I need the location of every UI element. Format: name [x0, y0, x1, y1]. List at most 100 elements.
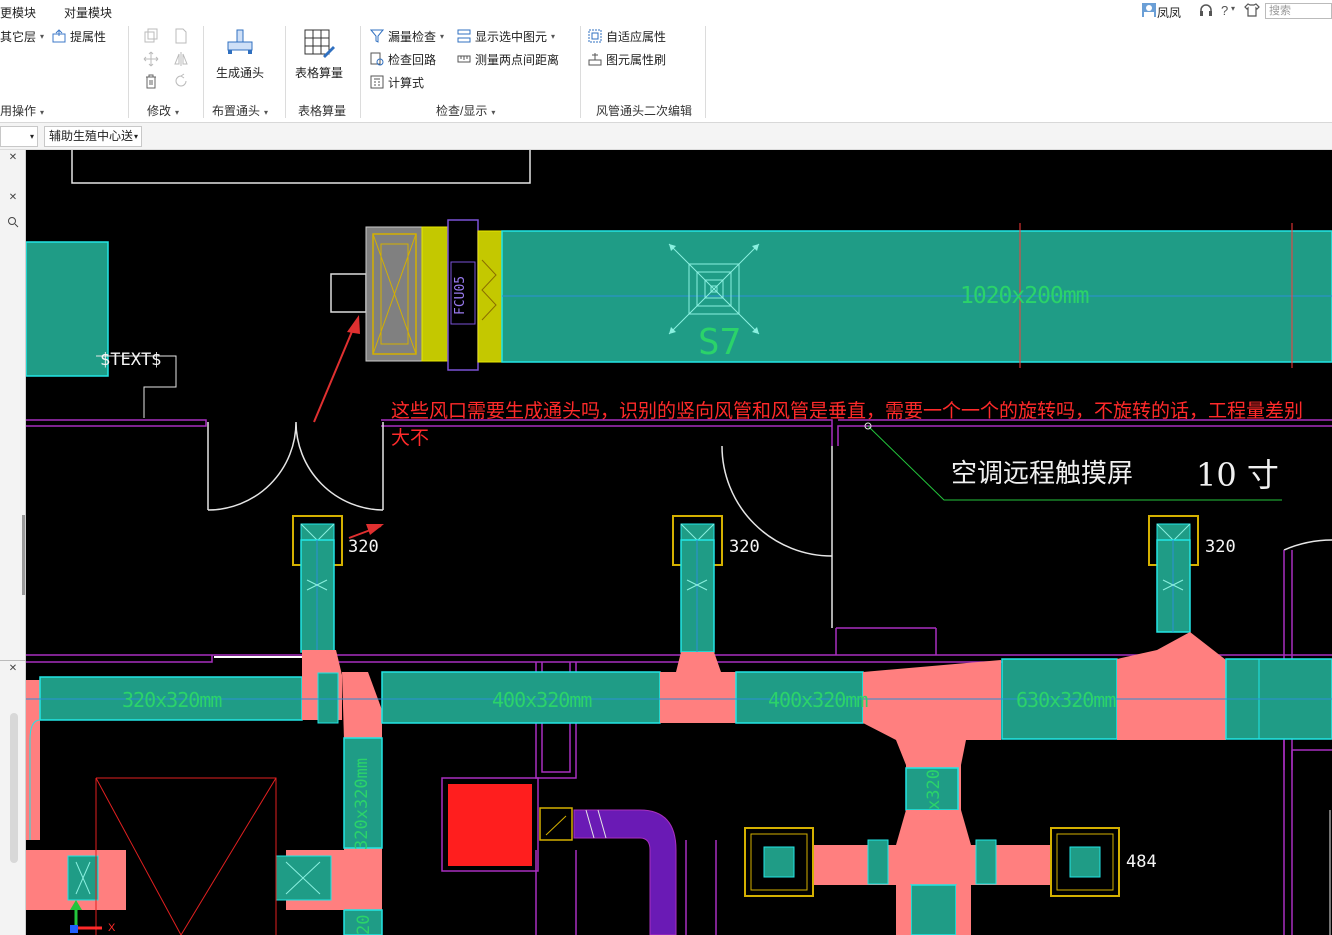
panel-divider [0, 660, 26, 661]
annotation-text: 这些风口需要生成通头吗，识别的竖向风管和风管是垂直，需要一个一个的旋转吗，不旋转… [391, 401, 1304, 449]
duct-size-label: 320x320mm [122, 688, 222, 712]
group-divider [360, 26, 361, 118]
check-loop-label: 检查回路 [388, 52, 437, 67]
table-quantity-button[interactable]: 表格算量 [287, 28, 351, 81]
attribute-brush-label: 图元属性刷 [606, 52, 667, 67]
table-group-title: 表格算量 [298, 104, 347, 118]
group-divider [128, 26, 129, 118]
group-divider [705, 26, 706, 118]
selector-bar: ▾ 辅助生殖中心送 ▾ [0, 123, 1332, 150]
duct-size-label: 20 [354, 914, 374, 935]
adaptive-icon [588, 29, 602, 43]
extract-attribute-label: 提属性 [70, 29, 107, 44]
modify-group-title[interactable]: 修改 ▾ [147, 102, 179, 119]
chevron-down-icon: ▾ [40, 31, 45, 41]
system-select-value: 辅助生殖中心送 [49, 129, 134, 143]
common-ops-group-title[interactable]: 用操作 ▾ [0, 102, 44, 119]
help-dropdown-icon[interactable]: ▾ [1231, 4, 1235, 13]
duct-fitting-icon [227, 29, 253, 54]
panel-scrollbar[interactable] [22, 515, 25, 595]
text-placeholder-label: $TEXT$ [100, 350, 162, 370]
formula-label: 计算式 [388, 75, 425, 90]
chevron-down-icon: ▾ [491, 108, 496, 117]
measure-distance-button[interactable]: 测量两点间距离 [457, 50, 559, 68]
move-icon[interactable] [143, 51, 159, 67]
vent-size-label: 320 [348, 537, 379, 557]
duct-size-label: x320 [924, 769, 944, 810]
close-icon[interactable]: ✕ [4, 152, 22, 166]
layout-title-label: 布置通头 [212, 104, 261, 118]
chevron-down-icon: ▾ [29, 132, 34, 141]
touchscreen-label: 空调远程触摸屏 [951, 459, 1134, 489]
missing-check-button[interactable]: 漏量检查 ▾ [369, 27, 445, 45]
extract-attribute-icon [52, 29, 66, 43]
adaptive-attribute-button[interactable]: 自适应属性 [588, 27, 666, 45]
system-select[interactable]: 辅助生殖中心送 ▾ [44, 126, 142, 147]
delete-icon[interactable] [143, 73, 159, 89]
extract-attribute-button[interactable]: 提属性 [52, 27, 106, 45]
help-icon[interactable]: ? [1221, 3, 1228, 18]
show-selected-button[interactable]: 显示选中图元 ▾ [457, 27, 555, 45]
group-divider [203, 26, 204, 118]
edit-group-title: 风管通头二次编辑 [596, 104, 693, 118]
chevron-down-icon: ▾ [551, 31, 556, 41]
table-edit-icon [304, 29, 335, 58]
group-divider [580, 26, 581, 118]
vent-size-label: 320 [729, 537, 760, 557]
filter-icon [369, 29, 385, 43]
common-ops-title-label: 用操作 [0, 104, 37, 118]
vent-size-label: 320 [1205, 537, 1236, 557]
generate-fitting-button[interactable]: 生成通头 [208, 28, 272, 81]
username-label[interactable]: 凤凤 [1157, 4, 1181, 21]
duct-size-label: 400x320mm [768, 688, 868, 712]
generate-fitting-label: 生成通头 [215, 66, 264, 80]
calculator-icon [370, 75, 384, 89]
brush-icon [588, 52, 602, 66]
modify-title-label: 修改 [147, 104, 172, 118]
copy-icon[interactable] [143, 28, 159, 44]
screen-size-label: 10 寸 [1196, 456, 1279, 494]
fcu-label: FCU05 [453, 275, 468, 315]
layout-group-title[interactable]: 布置通头 ▾ [212, 102, 268, 119]
vent-size-label: 484 [1126, 852, 1157, 872]
menu-item-quantity-module[interactable]: 对量模块 [64, 4, 112, 21]
duct-size-label: 1020x200mm [960, 283, 1089, 309]
diffuser-code-label: S7 [698, 322, 742, 363]
chevron-down-icon: ▾ [264, 108, 269, 117]
left-side-panel: ✕ ✕ ✕ [0, 150, 26, 935]
axis-x-label: X [108, 922, 116, 934]
adaptive-attribute-label: 自适应属性 [606, 29, 667, 44]
chevron-down-icon: ▾ [440, 31, 445, 41]
missing-check-label: 漏量检查 [388, 29, 437, 44]
measure-distance-label: 测量两点间距离 [475, 52, 560, 67]
mirror-doc-icon[interactable] [173, 28, 189, 44]
floor-select[interactable]: ▾ [0, 126, 38, 147]
attribute-brush-button[interactable]: 图元属性刷 [588, 50, 666, 68]
cad-drawing-canvas[interactable]: $TEXT$ FCU05 1020x200mm S7 这些风口需要生成通头吗，识… [26, 150, 1332, 935]
search-icon[interactable] [4, 216, 22, 230]
duct-size-label: 630x320mm [1016, 688, 1116, 712]
check-title-label: 检查/显示 [436, 104, 488, 118]
mirror-icon[interactable] [173, 51, 189, 67]
headset-icon[interactable] [1198, 2, 1214, 21]
panel-scrollbar[interactable] [10, 713, 18, 863]
formula-button[interactable]: 计算式 [370, 73, 424, 91]
menu-item-change-module[interactable]: 更模块 [0, 4, 36, 21]
ribbon-toolbar: 其它层 ▾ 提属性 用操作 ▾ 修改 ▾ 生成通头 布置通头 ▾ 表格算量 表格算量 漏… [0, 22, 1332, 123]
chevron-down-icon: ▾ [40, 108, 45, 117]
chevron-down-icon: ▾ [175, 108, 180, 117]
show-selected-label: 显示选中图元 [475, 29, 548, 44]
search-input[interactable]: 搜索 [1265, 3, 1332, 19]
duct-size-label: 400x320mm [492, 688, 592, 712]
group-divider [285, 26, 286, 118]
menu-bar: 更模块 对量模块 凤凤 ? ▾ 搜索 [0, 0, 1332, 22]
check-loop-button[interactable]: 检查回路 [370, 50, 436, 68]
close-icon[interactable]: ✕ [4, 192, 22, 206]
close-icon[interactable]: ✕ [4, 663, 22, 677]
user-avatar-icon[interactable] [1142, 3, 1156, 20]
shirt-icon[interactable] [1244, 2, 1260, 21]
other-layer-dropdown[interactable]: 其它层 ▾ [0, 27, 44, 45]
rotate-icon[interactable] [173, 73, 189, 89]
cad-drawing [26, 150, 1332, 935]
check-group-title[interactable]: 检查/显示 ▾ [436, 102, 495, 119]
